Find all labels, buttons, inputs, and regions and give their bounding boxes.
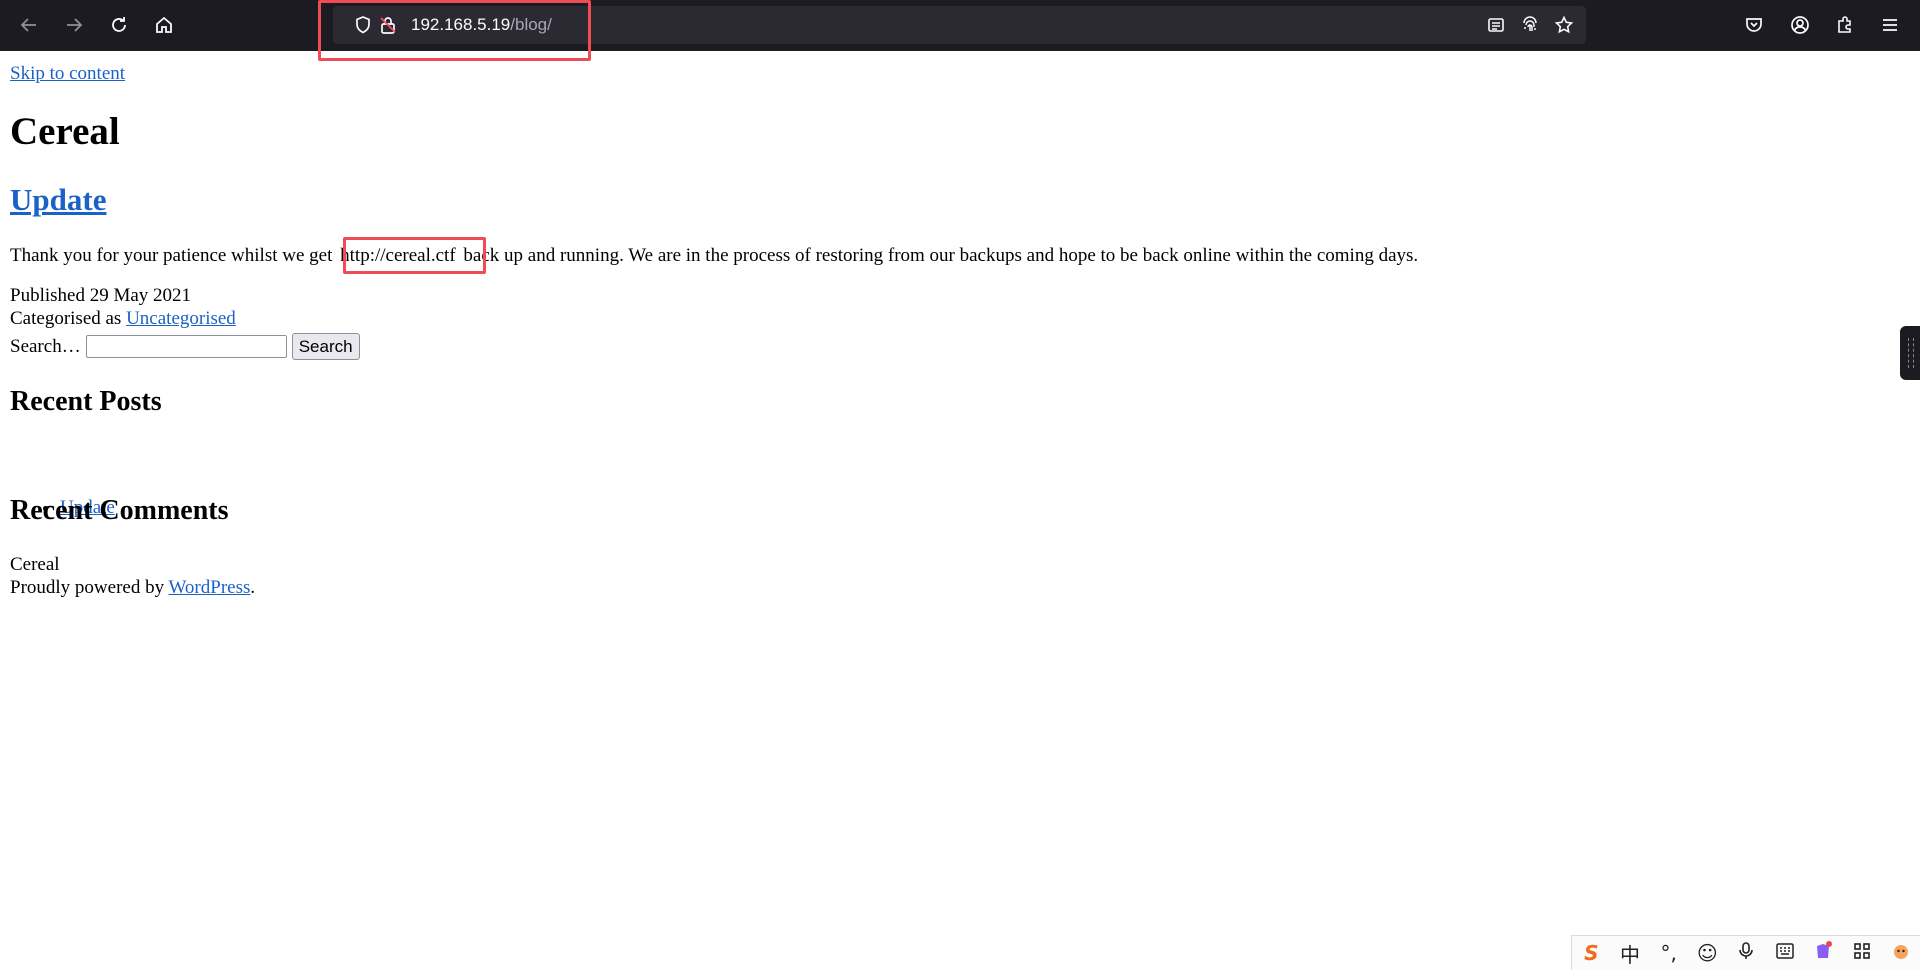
skin-icon[interactable] bbox=[1808, 940, 1838, 966]
post-published: Published 29 May 2021 bbox=[10, 285, 191, 307]
arrow-left-icon bbox=[20, 18, 36, 32]
post-body: Thank you for your patience whilst we ge… bbox=[10, 245, 1418, 267]
ime-mode-toggle[interactable]: 中 bbox=[1615, 939, 1645, 968]
post-title-link[interactable]: Update bbox=[10, 182, 106, 217]
post-body-after: back up and running. We are in the proce… bbox=[463, 245, 1419, 266]
home-button[interactable] bbox=[149, 10, 179, 40]
published-date: 29 May 2021 bbox=[89, 285, 192, 306]
reader-view-icon[interactable] bbox=[1485, 14, 1507, 36]
puzzle-icon bbox=[1838, 16, 1851, 33]
category-label: Categorised as bbox=[10, 308, 122, 329]
ime-logo-icon[interactable]: S bbox=[1576, 941, 1606, 965]
recent-posts-heading: Recent Posts bbox=[10, 386, 162, 417]
powered-prefix: Proudly powered by bbox=[10, 577, 165, 598]
site-title: Cereal bbox=[10, 110, 120, 153]
extensions-button[interactable] bbox=[1830, 10, 1860, 40]
emoji-icon[interactable]: ☺ bbox=[1692, 941, 1722, 965]
search-button[interactable]: Search bbox=[291, 333, 360, 360]
search-input[interactable] bbox=[85, 335, 287, 358]
keyboard-icon[interactable] bbox=[1770, 941, 1800, 965]
pocket-icon bbox=[1746, 18, 1762, 32]
fingerprint-icon[interactable] bbox=[1519, 14, 1541, 36]
published-label: Published bbox=[10, 285, 85, 306]
search-label: Search… bbox=[10, 335, 81, 357]
browser-toolbar: 192.168.5.19/blog/ bbox=[0, 0, 1920, 61]
menu-button[interactable] bbox=[1875, 10, 1905, 40]
forward-button[interactable] bbox=[59, 10, 89, 40]
post-title: Update bbox=[10, 182, 106, 218]
url-highlight-box bbox=[318, 0, 591, 61]
account-icon bbox=[1791, 16, 1809, 34]
post-category: Categorised as Uncategorised bbox=[10, 308, 236, 330]
hamburger-menu-icon bbox=[1883, 19, 1897, 31]
ime-toolbar: S 中 °, ☺ bbox=[1571, 935, 1920, 970]
account-button[interactable] bbox=[1785, 10, 1815, 40]
search-form: Search… Search bbox=[10, 333, 360, 360]
reload-icon bbox=[112, 17, 126, 32]
powered-suffix: . bbox=[250, 577, 256, 598]
back-button[interactable] bbox=[14, 10, 44, 40]
side-panel-handle[interactable] bbox=[1900, 326, 1920, 380]
recent-comments-heading: Recent Comments bbox=[10, 495, 229, 526]
wordpress-link[interactable]: WordPress bbox=[169, 577, 251, 598]
bookmark-star-icon[interactable] bbox=[1553, 14, 1575, 36]
arrow-right-icon bbox=[67, 18, 83, 32]
domain-highlight-box bbox=[343, 237, 486, 274]
reload-button[interactable] bbox=[104, 10, 134, 40]
pocket-button[interactable] bbox=[1739, 10, 1769, 40]
footer-credit: Proudly powered by WordPress. bbox=[10, 577, 255, 599]
skip-to-content-link[interactable]: Skip to content bbox=[10, 63, 125, 85]
footer-site-name: Cereal bbox=[10, 554, 60, 575]
mascot-icon[interactable] bbox=[1886, 941, 1916, 966]
ime-punctuation-toggle[interactable]: °, bbox=[1654, 941, 1684, 965]
post-body-before: Thank you for your patience whilst we ge… bbox=[10, 245, 333, 266]
grid-apps-icon[interactable] bbox=[1847, 941, 1877, 965]
home-icon bbox=[156, 16, 172, 33]
category-link[interactable]: Uncategorised bbox=[126, 308, 236, 329]
microphone-icon[interactable] bbox=[1731, 941, 1761, 966]
